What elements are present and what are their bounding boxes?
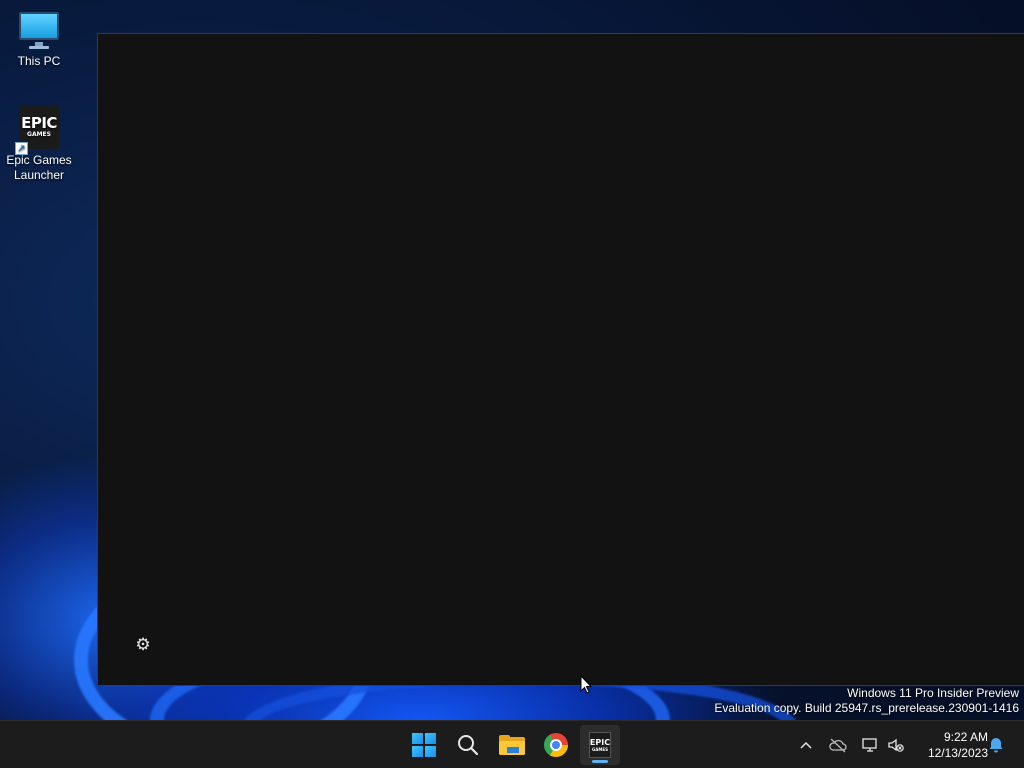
onedrive-button[interactable] (828, 735, 848, 755)
network-icon (862, 738, 877, 752)
desktop-icon-label: This PC (17, 54, 61, 68)
watermark-line2: Evaluation copy. Build 25947.rs_prerelea… (714, 701, 1019, 715)
shortcut-arrow-icon: ↗ (15, 142, 28, 155)
volume-muted-icon (888, 738, 904, 752)
desktop-icon-epic-games[interactable]: EPIC GAMES ↗ Epic Games Launcher (1, 105, 77, 183)
epic-games-launcher-window[interactable]: ⚙ (97, 33, 1024, 694)
desktop-icon-label: Epic Games Launcher (6, 153, 72, 182)
chevron-up-icon (800, 741, 812, 749)
monitor-icon (17, 10, 61, 50)
bell-icon[interactable] (986, 735, 1006, 755)
cloud-off-icon (829, 738, 847, 753)
folder-icon (499, 735, 525, 755)
clock-time: 9:22 AM (943, 730, 988, 744)
windows-icon (412, 733, 436, 757)
network-button[interactable] (860, 735, 880, 755)
file-explorer-button[interactable] (492, 725, 532, 765)
search-button[interactable] (448, 725, 488, 765)
search-icon (458, 735, 479, 756)
chrome-button[interactable] (536, 725, 576, 765)
epic-games-icon: EPIC GAMES ↗ (15, 105, 59, 155)
desktop-icon-this-pc[interactable]: This PC (1, 10, 77, 69)
active-app-indicator (592, 760, 608, 763)
clock[interactable]: 9:22 AM 12/13/2023 (912, 729, 988, 761)
show-hidden-icons-button[interactable] (796, 735, 816, 755)
watermark-line1: Windows 11 Pro Insider Preview (847, 686, 1019, 700)
start-button[interactable] (404, 725, 444, 765)
chrome-icon (544, 733, 568, 757)
taskbar: EPIC GAMES 9:22 AM 12/13/2023 (0, 720, 1024, 768)
settings-button[interactable]: ⚙ (134, 636, 152, 654)
epic-logo-text: EPIC (21, 114, 57, 132)
epic-games-icon: EPIC GAMES (589, 732, 611, 758)
evaluation-watermark: Windows 11 Pro Insider Preview Evaluatio… (714, 686, 1019, 716)
volume-button[interactable] (886, 735, 906, 755)
epic-logo-subtext: GAMES (592, 747, 608, 752)
epic-logo-text: EPIC (589, 738, 611, 747)
epic-games-taskbar-button[interactable]: EPIC GAMES (580, 725, 620, 765)
gear-icon: ⚙ (135, 635, 151, 654)
clock-date: 12/13/2023 (927, 746, 988, 760)
epic-logo-subtext: GAMES (27, 131, 51, 138)
mouse-cursor-icon (580, 675, 592, 694)
